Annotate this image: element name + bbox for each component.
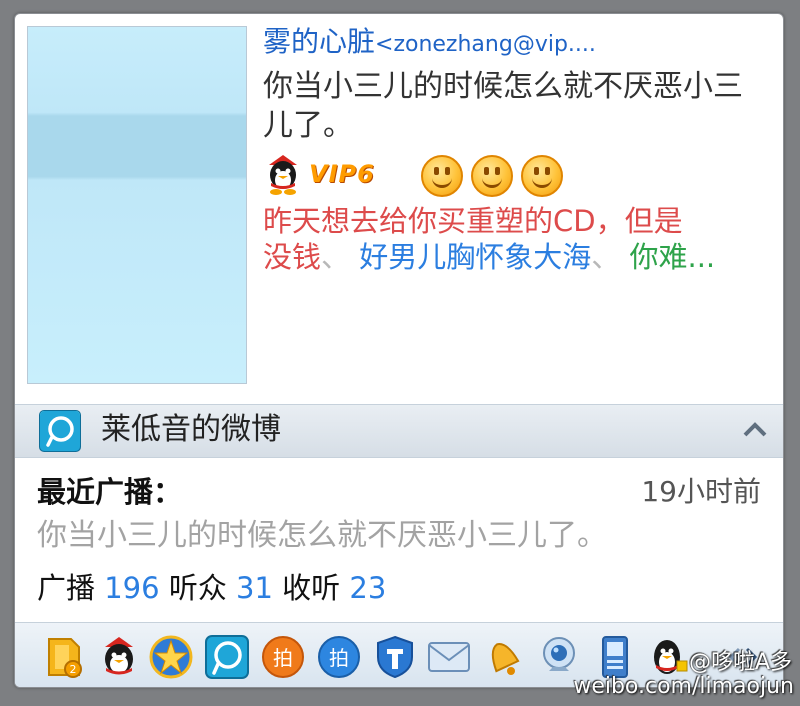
weibo-header[interactable]: 莱低音的微博: [15, 404, 783, 458]
qq-show-icon[interactable]: [97, 635, 141, 679]
qq-profile-card: 雾的心脏<zonezhang@vip.... 你当小三儿的时候怎么就不厌恶小三儿…: [14, 13, 784, 688]
pai-blue-icon[interactable]: 拍: [317, 635, 361, 679]
smiley-icon[interactable]: [471, 155, 513, 197]
separator: 、: [591, 240, 621, 274]
weibo-stats: 广播 196 听众 31 收听 23: [37, 568, 761, 608]
webcam-icon[interactable]: [537, 635, 581, 679]
chevron-up-icon[interactable]: [741, 419, 769, 441]
watermark-user: @哆啦A多: [688, 650, 792, 675]
security-shield-icon[interactable]: [373, 635, 417, 679]
listeners-count[interactable]: 31: [236, 571, 273, 605]
weibo-app-icon[interactable]: [205, 635, 249, 679]
watermark-url: weibo.com/limaojun: [573, 674, 794, 699]
qzone-icon[interactable]: 2: [41, 635, 85, 679]
profile-info: 雾的心脏<zonezhang@vip.... 你当小三儿的时候怎么就不厌恶小三儿…: [263, 24, 773, 275]
bell-icon[interactable]: [481, 635, 525, 679]
smiley-icon[interactable]: [521, 155, 563, 197]
penguin-icon[interactable]: [647, 635, 691, 679]
listeners-label: 听众: [168, 571, 227, 605]
vip-badge[interactable]: VIP6: [309, 160, 375, 188]
recent-broadcast-text[interactable]: 你当小三儿的时候怎么就不厌恶小三儿了。: [37, 516, 761, 556]
paipai-icon[interactable]: 拍: [261, 635, 305, 679]
following-count[interactable]: 23: [349, 571, 386, 605]
recent-item[interactable]: 好男儿胸怀象大海: [359, 240, 591, 274]
weibo-title[interactable]: 莱低音的微博: [101, 411, 281, 449]
following-label: 收听: [282, 571, 341, 605]
mobile-icon[interactable]: [593, 635, 637, 679]
star-icon[interactable]: [149, 635, 193, 679]
separator: 、: [321, 240, 351, 274]
broadcast-label: 广播: [37, 571, 96, 605]
svg-text:拍: 拍: [329, 646, 349, 670]
recent-item[interactable]: 没钱: [263, 240, 321, 274]
weibo-recent: 最近广播： 19小时前 你当小三儿的时候怎么就不厌恶小三儿了。 广播 196 听…: [37, 472, 761, 608]
recent-status: 昨天想去给你买重塑的CD，但是 没钱、 好男儿胸怀象大海、 你难...: [263, 203, 773, 275]
badge-row: VIP6: [263, 153, 773, 201]
smiley-icon[interactable]: [421, 155, 463, 197]
broadcast-count[interactable]: 196: [104, 571, 159, 605]
recent-time: 19小时前: [641, 475, 761, 508]
avatar[interactable]: [27, 26, 247, 384]
name-row: 雾的心脏<zonezhang@vip....: [263, 24, 773, 63]
signature: 你当小三儿的时候怎么就不厌恶小三儿了。: [263, 69, 743, 143]
svg-text:拍: 拍: [273, 646, 293, 670]
nickname[interactable]: 雾的心脏: [263, 25, 375, 58]
email: <zonezhang@vip....: [375, 32, 596, 57]
recent-item[interactable]: 你难...: [630, 240, 716, 274]
qq-show-penguin-icon[interactable]: [265, 155, 301, 195]
recent-item[interactable]: 昨天想去给你买重塑的CD，但是: [263, 204, 683, 238]
svg-text:2: 2: [70, 663, 77, 676]
weibo-icon: [39, 410, 81, 452]
mail-icon[interactable]: [427, 635, 471, 679]
